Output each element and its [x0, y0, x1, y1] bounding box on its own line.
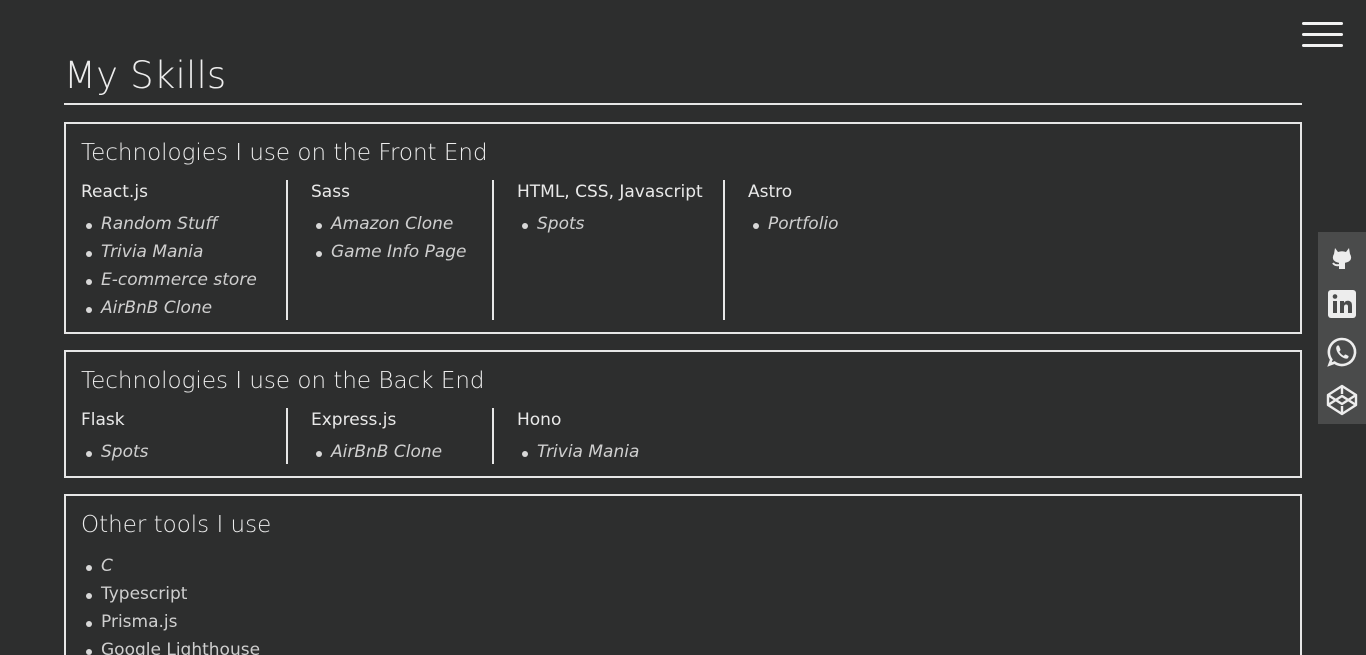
- project-list: Random Stuff Trivia Mania E-commerce sto…: [81, 210, 257, 322]
- project-list: Portfolio: [748, 210, 839, 238]
- hamburger-menu-icon[interactable]: [1302, 22, 1344, 50]
- project-list: Spots: [81, 438, 149, 466]
- project-link[interactable]: AirBnB Clone: [81, 294, 257, 322]
- page-title: My Skills: [64, 54, 227, 97]
- tool-item: Google Lighthouse: [81, 636, 260, 655]
- title-divider: [64, 103, 1302, 105]
- column-title: Express.js: [311, 410, 397, 430]
- page: My Skills Technologies I use on the Fron…: [0, 0, 1366, 655]
- project-list: Amazon Clone Game Info Page: [311, 210, 467, 266]
- tool-item: Prisma.js: [81, 608, 260, 636]
- project-link[interactable]: Random Stuff: [81, 210, 257, 238]
- backend-column-express: Express.js AirBnB Clone: [286, 408, 492, 464]
- project-link[interactable]: Spots: [517, 210, 585, 238]
- backend-column-hono: Hono Trivia Mania: [492, 408, 723, 464]
- column-title: Astro: [748, 182, 793, 202]
- social-links-bar: [1318, 232, 1366, 424]
- project-list: Spots: [517, 210, 585, 238]
- column-title: Sass: [311, 182, 350, 202]
- frontend-card: Technologies I use on the Front End Reac…: [64, 122, 1302, 334]
- column-title: HTML, CSS, Javascript: [517, 182, 703, 202]
- column-title: Flask: [81, 410, 125, 430]
- column-title: Hono: [517, 410, 562, 430]
- frontend-heading: Technologies I use on the Front End: [81, 140, 488, 166]
- codepen-icon[interactable]: [1326, 384, 1358, 416]
- project-link[interactable]: E-commerce store: [81, 266, 257, 294]
- project-link[interactable]: Game Info Page: [311, 238, 467, 266]
- frontend-column-react: React.js Random Stuff Trivia Mania E-com…: [81, 180, 286, 320]
- backend-column-flask: Flask Spots: [81, 408, 286, 464]
- frontend-column-astro: Astro Portfolio: [723, 180, 923, 320]
- project-list: Trivia Mania: [517, 438, 639, 466]
- project-link[interactable]: Spots: [81, 438, 149, 466]
- frontend-column-html: HTML, CSS, Javascript Spots: [492, 180, 723, 320]
- project-link[interactable]: Trivia Mania: [81, 238, 257, 266]
- whatsapp-icon[interactable]: [1326, 336, 1358, 368]
- project-link[interactable]: AirBnB Clone: [311, 438, 442, 466]
- frontend-column-sass: Sass Amazon Clone Game Info Page: [286, 180, 492, 320]
- project-list: AirBnB Clone: [311, 438, 442, 466]
- project-link[interactable]: Portfolio: [748, 210, 839, 238]
- project-link[interactable]: Amazon Clone: [311, 210, 467, 238]
- backend-heading: Technologies I use on the Back End: [81, 368, 485, 394]
- project-link[interactable]: Trivia Mania: [517, 438, 639, 466]
- other-tools-card: Other tools I use C Typescript Prisma.js…: [64, 494, 1302, 655]
- tool-item: C: [81, 552, 260, 580]
- tool-item: Typescript: [81, 580, 260, 608]
- linkedin-icon[interactable]: [1326, 288, 1358, 320]
- github-icon[interactable]: [1326, 240, 1358, 272]
- column-title: React.js: [81, 182, 148, 202]
- tool-list: C Typescript Prisma.js Google Lighthouse: [81, 552, 260, 655]
- other-tools-column: C Typescript Prisma.js Google Lighthouse: [81, 522, 481, 655]
- backend-card: Technologies I use on the Back End Flask…: [64, 350, 1302, 478]
